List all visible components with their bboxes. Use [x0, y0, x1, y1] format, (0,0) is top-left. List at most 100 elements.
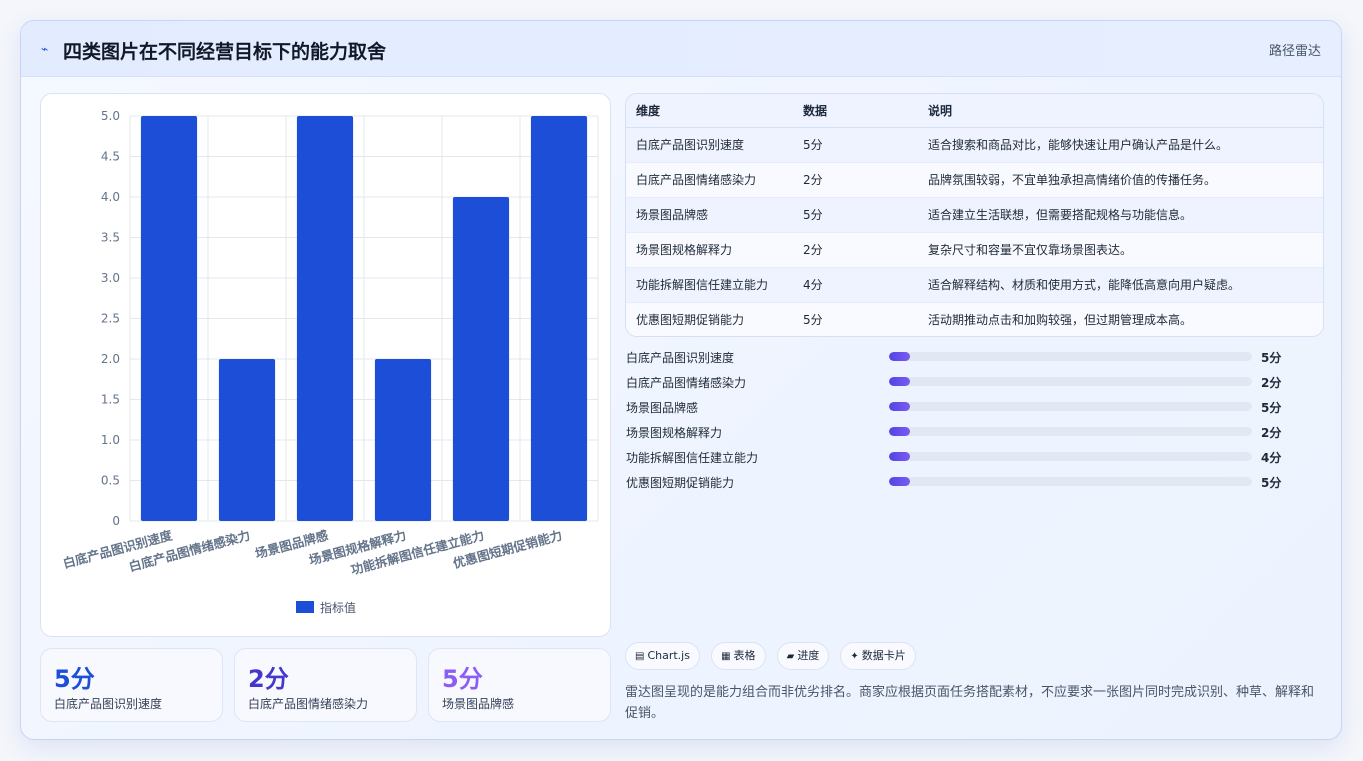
progress-list: 白底产品图识别速度 5分 白底产品图情绪感染力 2分 场景图品牌感 5分 场景图… — [625, 347, 1305, 497]
progress-fill — [889, 352, 910, 361]
progress-row: 优惠图短期促销能力 5分 — [625, 472, 1305, 497]
y-tick-label: 3.5 — [101, 231, 120, 245]
table-row: 场景图规格解释力 2分 复杂尺寸和容量不宜仅靠场景图表达。 — [626, 232, 1323, 268]
y-tick-label: 2.5 — [101, 312, 120, 326]
y-tick-label: 4.0 — [101, 190, 120, 204]
progress-fill — [889, 452, 910, 461]
tag-progress[interactable]: ▰ 进度 — [776, 642, 830, 670]
table-cell: 5分 — [793, 302, 918, 336]
table-row: 白底产品图情绪感染力 2分 品牌氛围较弱，不宜单独承担高情绪价值的传播任务。 — [626, 162, 1323, 198]
header: ⌁ 四类图片在不同经营目标下的能力取舍 路径雷达 — [21, 21, 1341, 77]
progress-value: 2分 — [1261, 426, 1282, 440]
table-row: 功能拆解图信任建立能力 4分 适合解释结构、材质和使用方式，能降低高意向用户疑虑… — [626, 267, 1323, 303]
stat-value: 5分 — [442, 665, 483, 693]
tag-table[interactable]: ▦ 表格 — [711, 642, 766, 670]
tag-label: Chart.js — [647, 649, 690, 662]
bar — [296, 116, 354, 521]
stat-card: 2分 白底产品图情绪感染力 — [234, 648, 417, 722]
stat-value: 5分 — [54, 665, 95, 693]
progress-row: 场景图规格解释力 2分 — [625, 422, 1305, 447]
progress-track — [889, 427, 1252, 436]
progress-track — [889, 352, 1252, 361]
table-cell: 2分 — [793, 162, 918, 198]
stat-label: 场景图品牌感 — [442, 697, 515, 711]
stat-card: 5分 场景图品牌感 — [428, 648, 611, 722]
bar-chart-panel: 0 0.5 1.0 1.5 2.0 2.5 3.0 3.5 4.0 4.5 5.0 白底产品图识别速度… — [40, 93, 611, 637]
table-cell: 适合解释结构、材质和使用方式，能降低高意向用户疑虑。 — [918, 267, 1323, 303]
progress-row: 白底产品图识别速度 5分 — [625, 347, 1305, 372]
stat-card: 5分 白底产品图识别速度 — [40, 648, 223, 722]
stat-label: 白底产品图识别速度 — [54, 697, 163, 711]
table-cell: 场景图规格解释力 — [626, 232, 793, 268]
sparkle-icon: ✦ — [850, 651, 859, 662]
progress-label: 功能拆解图信任建立能力 — [626, 451, 759, 465]
progress-label: 场景图品牌感 — [626, 401, 699, 415]
progress-track — [889, 377, 1252, 386]
progress-track — [889, 477, 1252, 486]
table-cell: 4分 — [793, 267, 918, 303]
bar — [374, 359, 432, 521]
table-cell: 白底产品图情绪感染力 — [626, 162, 793, 198]
table-cell: 活动期推动点击和加购较强，但过期管理成本高。 — [918, 302, 1323, 336]
mode-label: 路径雷达 — [1268, 44, 1321, 59]
column-header: 维度 — [626, 94, 793, 128]
tag-label: 数据卡片 — [861, 649, 906, 662]
y-tick-label: 0.5 — [101, 474, 120, 488]
table-row: 白底产品图识别速度 5分 适合搜索和商品对比，能够快速让用户确认产品是什么。 — [626, 127, 1323, 163]
table-cell: 功能拆解图信任建立能力 — [626, 267, 793, 303]
y-tick-label: 2.0 — [101, 352, 120, 366]
bar — [452, 197, 510, 521]
bar — [140, 116, 198, 521]
tag-data-cards[interactable]: ✦ 数据卡片 — [840, 642, 916, 670]
tag-list: ▤ Chart.js ▦ 表格 ▰ 进度 ✦ 数据卡片 — [625, 642, 922, 670]
progress-label: 白底产品图情绪感染力 — [626, 376, 747, 390]
bar — [530, 116, 588, 521]
progress-value: 4分 — [1261, 451, 1282, 465]
progress-value: 5分 — [1261, 476, 1282, 490]
bar-chart: 00.51.01.52.02.53.03.54.04.55.0白底产品图识别速度… — [61, 109, 599, 615]
y-tick-label: 1.0 — [101, 433, 120, 447]
table-cell: 复杂尺寸和容量不宜仅靠场景图表达。 — [918, 232, 1323, 268]
progress-value: 5分 — [1261, 401, 1282, 415]
progress-value: 2分 — [1261, 376, 1282, 390]
stat-value: 2分 — [248, 665, 289, 693]
progress-fill — [889, 477, 910, 486]
table-header-row: 维度 数据 说明 — [626, 94, 1323, 128]
legend-label: 指标值 — [320, 600, 356, 615]
progress-value: 5分 — [1261, 351, 1282, 365]
tag-chartjs[interactable]: ▤ Chart.js — [625, 642, 700, 670]
table-cell: 5分 — [793, 197, 918, 233]
tag-label: 表格 — [733, 649, 756, 662]
table-cell: 优惠图短期促销能力 — [626, 302, 793, 336]
pulse-icon: ⌁ — [41, 42, 49, 56]
y-tick-label: 4.5 — [101, 150, 120, 164]
tag-label: 进度 — [797, 649, 820, 662]
summary-note: 雷达图呈现的是能力组合而非优劣排名。商家应根据页面任务搭配素材，不应要求一张图片… — [625, 685, 1315, 721]
progress-row: 白底产品图情绪感染力 2分 — [625, 372, 1305, 397]
y-tick-label: 1.5 — [101, 393, 120, 407]
main-card: ⌁ 四类图片在不同经营目标下的能力取舍 路径雷达 0 0.5 1.0 1.5 2.0 2.… — [20, 20, 1342, 740]
column-header: 数据 — [793, 94, 918, 128]
page-title: 四类图片在不同经营目标下的能力取舍 — [63, 41, 387, 63]
legend-swatch — [296, 601, 314, 613]
table-cell: 品牌氛围较弱，不宜单独承担高情绪价值的传播任务。 — [918, 162, 1323, 198]
progress-label: 优惠图短期促销能力 — [626, 476, 735, 490]
stat-label: 白底产品图情绪感染力 — [248, 697, 369, 711]
column-header: 说明 — [918, 94, 1323, 128]
y-tick-label: 5.0 — [101, 109, 120, 123]
progress-track — [889, 452, 1252, 461]
bar — [218, 359, 276, 521]
chart-icon: ▤ — [635, 651, 645, 662]
progress-label: 白底产品图识别速度 — [626, 351, 735, 365]
y-tick-label: 0 — [112, 514, 120, 528]
progress-row: 场景图品牌感 5分 — [625, 397, 1305, 422]
progress-track — [889, 402, 1252, 411]
table-cell: 适合建立生活联想，但需要搭配规格与功能信息。 — [918, 197, 1323, 233]
table-row: 优惠图短期促销能力 5分 活动期推动点击和加购较强，但过期管理成本高。 — [626, 302, 1323, 336]
progress-row: 功能拆解图信任建立能力 4分 — [625, 447, 1305, 472]
table-icon: ▦ — [721, 651, 731, 662]
progress-fill — [889, 427, 910, 436]
progress-label: 场景图规格解释力 — [626, 426, 723, 440]
progress-icon: ▰ — [786, 651, 795, 662]
y-tick-label: 3.0 — [101, 271, 120, 285]
